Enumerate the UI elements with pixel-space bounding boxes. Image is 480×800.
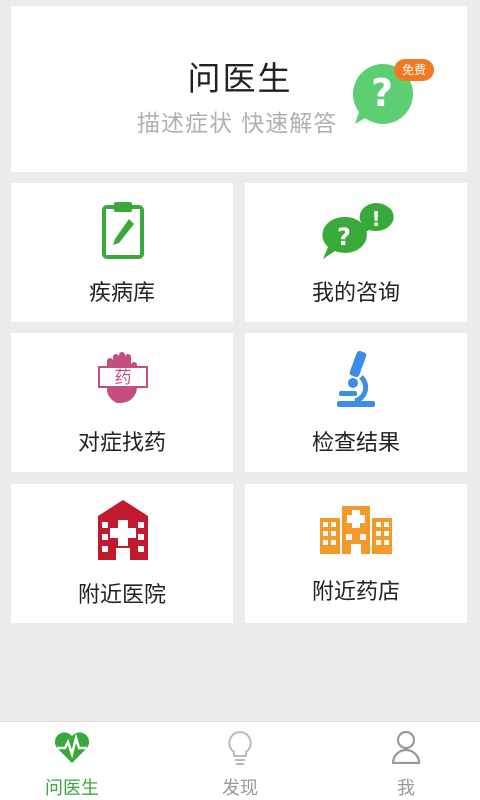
free-badge: 免费 (394, 59, 434, 81)
tile-label: 附近药店 (311, 580, 400, 605)
tile-label: 我的咨询 (311, 281, 400, 306)
tile-test-results[interactable]: 检查结果 (245, 333, 467, 472)
svg-text:?: ? (337, 223, 351, 251)
pharmacy-building-icon (320, 506, 392, 554)
tile-disease-library[interactable]: 疾病库 (11, 183, 233, 322)
tile-label: 检查结果 (311, 431, 400, 456)
tile-find-medicine[interactable]: 药 对症找药 (11, 333, 233, 472)
tab-label: 发现 (222, 778, 258, 799)
chat-bubbles-icon: ? ! (322, 202, 394, 259)
svg-text:药: 药 (115, 368, 132, 388)
svg-text:!: ! (371, 207, 380, 231)
tile-label: 疾病库 (88, 281, 155, 306)
tab-discover[interactable]: 发现 (200, 722, 280, 800)
tab-ask-doctor[interactable]: 问医生 (32, 722, 112, 800)
app-screen: 问医生 描述症状 快速解答 ? 免费 疾病库 ? ! 我的咨询 药 对症找药 检… (0, 0, 480, 800)
tile-nearby-pharmacies[interactable]: 附近药店 (245, 484, 467, 623)
heart-pulse-icon (54, 732, 90, 763)
tile-my-consultations[interactable]: ? ! 我的咨询 (245, 183, 467, 322)
hero-subtitle: 描述症状 快速解答 (137, 111, 338, 137)
svg-text:?: ? (371, 71, 393, 115)
user-icon (391, 730, 421, 764)
tile-nearby-hospitals[interactable]: 附近医院 (11, 484, 233, 623)
hospital-icon (98, 500, 148, 560)
microscope-icon (337, 351, 375, 407)
lightbulb-icon (228, 730, 252, 765)
tile-label: 附近医院 (77, 583, 166, 608)
tab-label: 问医生 (45, 778, 99, 799)
tab-me[interactable]: 我 (366, 722, 446, 800)
clipboard-pen-icon (102, 202, 144, 259)
tile-label: 对症找药 (77, 431, 166, 456)
ask-doctor-card[interactable]: 问医生 描述症状 快速解答 ? 免费 (11, 6, 467, 172)
hand-medicine-icon: 药 (98, 352, 148, 403)
bottom-tab-bar: 问医生 发现 我 (0, 721, 480, 800)
tab-label: 我 (397, 778, 415, 799)
